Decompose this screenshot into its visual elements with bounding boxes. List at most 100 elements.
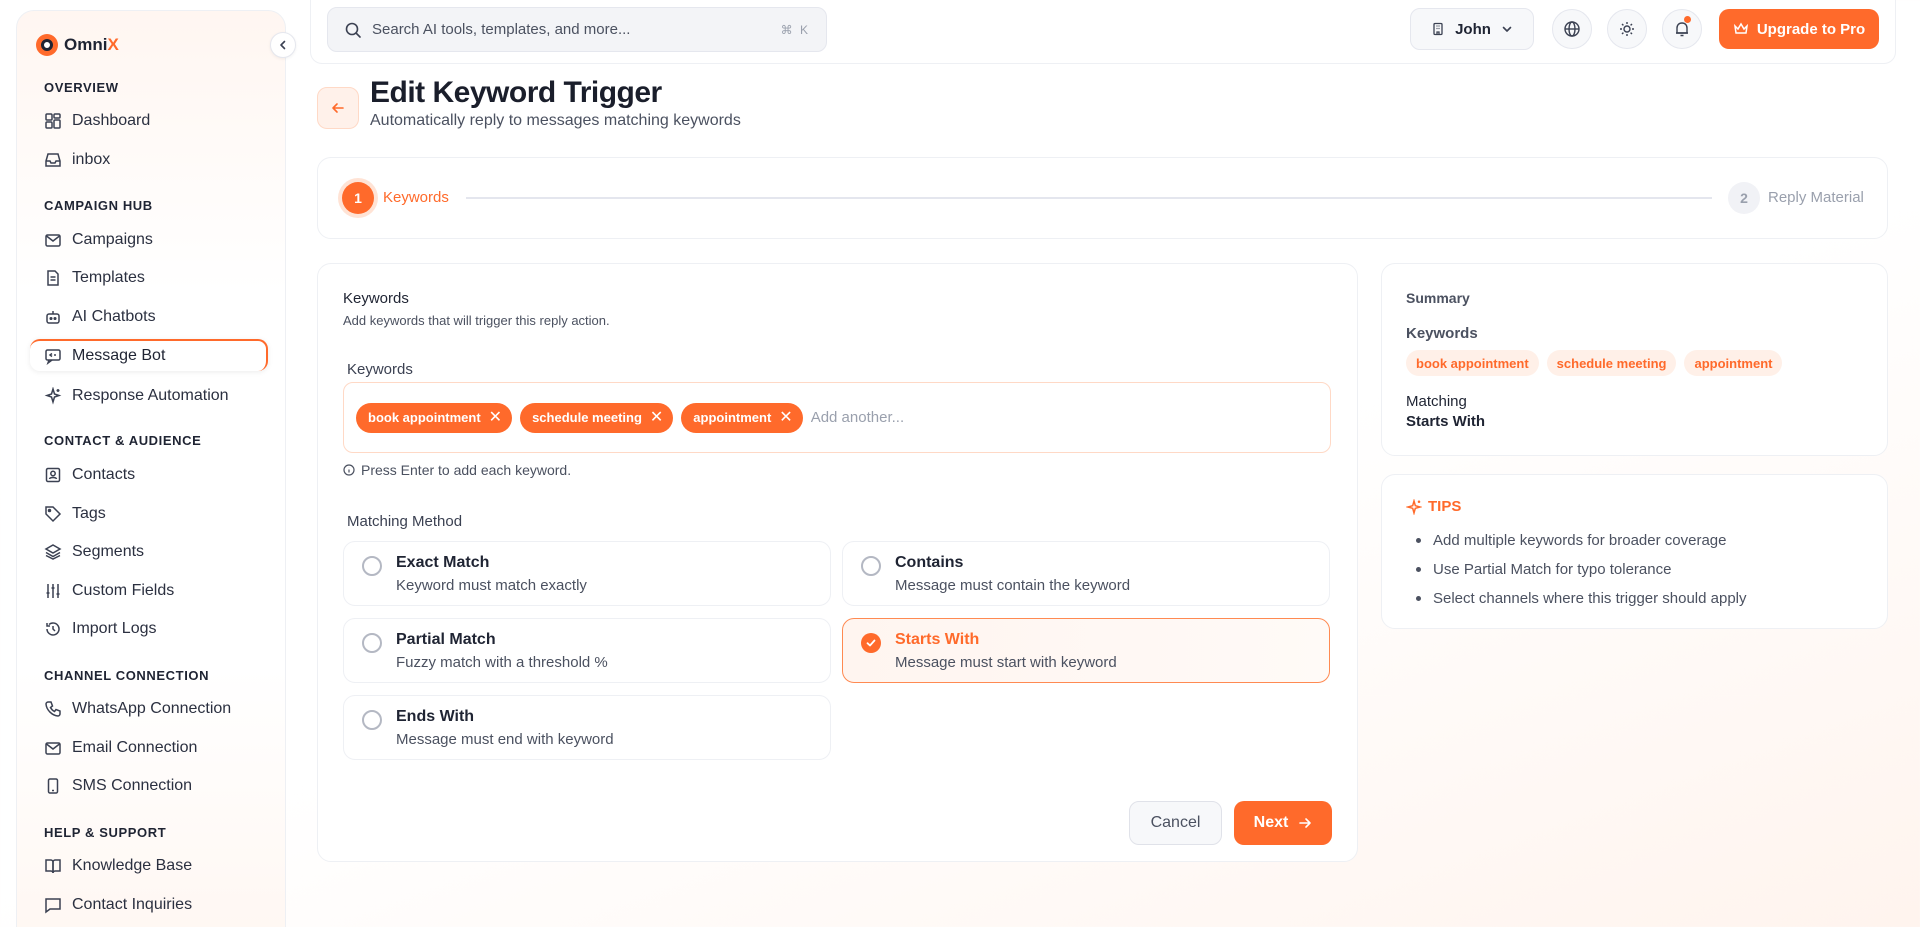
sparkles-icon — [1406, 498, 1422, 515]
nav-section-campaign-hub: CAMPAIGN HUB — [44, 198, 153, 213]
sidebar-item-inbox[interactable]: inbox — [30, 144, 268, 176]
sidebar-item-templates[interactable]: Templates — [30, 262, 268, 294]
mobile-icon — [44, 777, 62, 795]
remove-keyword-icon[interactable]: ✕ — [489, 409, 502, 426]
building-icon — [1431, 22, 1445, 36]
arrow-left-icon — [330, 100, 346, 116]
keyword-chip-label: appointment — [693, 410, 772, 425]
back-button[interactable] — [317, 87, 359, 129]
keyword-hint-text: Press Enter to add each keyword. — [361, 462, 572, 478]
nav-section-help-support: HELP & SUPPORT — [44, 825, 167, 840]
option-ends-with[interactable]: Ends With Message must end with keyword — [343, 695, 831, 760]
sidebar-item-label: Contacts — [72, 466, 136, 483]
globe-icon — [1563, 20, 1581, 38]
remove-keyword-icon[interactable]: ✕ — [650, 409, 663, 426]
sidebar-item-label: Campaigns — [72, 231, 153, 248]
page-subtitle: Automatically reply to messages matching… — [370, 112, 741, 129]
sidebar-item-campaigns[interactable]: Campaigns — [30, 224, 268, 256]
summary-keyword-chip: schedule meeting — [1546, 350, 1677, 376]
sidebar-item-contact-inquiries[interactable]: Contact Inquiries — [30, 889, 268, 921]
sidebar-item-message-bot[interactable]: Message Bot — [30, 339, 268, 371]
add-keyword-input[interactable] — [810, 409, 1011, 426]
sidebar-item-label: Knowledge Base — [72, 857, 193, 874]
summary-matching-label: Matching — [1406, 393, 1467, 410]
chevron-left-icon — [277, 39, 289, 51]
contacts-icon — [44, 466, 62, 484]
sidebar-item-whatsapp-connection[interactable]: WhatsApp Connection — [30, 693, 268, 725]
bot-icon — [44, 308, 62, 326]
next-button[interactable]: Next — [1234, 801, 1332, 845]
user-menu-button[interactable]: John — [1410, 8, 1534, 50]
tip-item: Add multiple keywords for broader covera… — [1406, 526, 1747, 555]
sliders-icon — [44, 582, 62, 600]
radio-button[interactable] — [362, 710, 382, 730]
next-label: Next — [1253, 814, 1289, 831]
option-description: Fuzzy match with a threshold % — [396, 654, 608, 671]
keywords-field-label: Keywords — [347, 361, 413, 378]
sidebar-item-label: AI Chatbots — [72, 308, 156, 325]
sidebar-item-label: inbox — [72, 151, 111, 168]
sidebar-item-sms-connection[interactable]: SMS Connection — [30, 770, 268, 802]
user-name: John — [1455, 20, 1491, 38]
notification-dot — [1684, 16, 1691, 23]
upgrade-label: Upgrade to Pro — [1756, 20, 1866, 38]
search-bar[interactable]: Search AI tools, templates, and more... … — [327, 7, 827, 52]
option-starts-with[interactable]: Starts With Message must start with keyw… — [842, 618, 1330, 683]
search-input[interactable]: Search AI tools, templates, and more... — [372, 21, 771, 38]
sidebar-item-import-logs[interactable]: Import Logs — [30, 613, 268, 645]
summary-matching-value: Starts With — [1406, 413, 1486, 430]
tip-item: Use Partial Match for typo tolerance — [1406, 555, 1747, 584]
sidebar-item-custom-fields[interactable]: Custom Fields — [30, 575, 268, 607]
keyword-chip-label: book appointment — [368, 410, 481, 425]
step-1-label[interactable]: Keywords — [383, 189, 449, 206]
summary-keyword-list: book appointment schedule meeting appoin… — [1406, 350, 1783, 376]
sidebar-item-contacts[interactable]: Contacts — [30, 459, 268, 491]
form-section-title: Keywords — [343, 290, 409, 307]
sidebar-item-dashboard[interactable]: Dashboard — [30, 105, 268, 137]
sidebar-item-email-connection[interactable]: Email Connection — [30, 732, 268, 764]
brand-logo[interactable]: OmniX — [36, 34, 119, 56]
sidebar-collapse-button[interactable] — [270, 32, 296, 58]
info-icon — [343, 464, 355, 476]
option-partial-match[interactable]: Partial Match Fuzzy match with a thresho… — [343, 618, 831, 683]
step-1-number[interactable]: 1 — [342, 182, 374, 214]
language-button[interactable] — [1552, 9, 1592, 49]
summary-keyword-chip: appointment — [1684, 350, 1783, 376]
sidebar-item-tags[interactable]: Tags — [30, 498, 268, 530]
radio-button[interactable] — [362, 556, 382, 576]
radio-button[interactable] — [861, 556, 881, 576]
upgrade-button[interactable]: Upgrade to Pro — [1719, 9, 1879, 49]
tips-header: TIPS — [1406, 498, 1461, 515]
step-2-label[interactable]: Reply Material — [1768, 189, 1864, 206]
option-contains[interactable]: Contains Message must contain the keywor… — [842, 541, 1330, 606]
page-title: Edit Keyword Trigger — [370, 76, 662, 109]
theme-toggle-button[interactable] — [1607, 9, 1647, 49]
notifications-button[interactable] — [1662, 9, 1702, 49]
sidebar-item-segments[interactable]: Segments — [30, 536, 268, 568]
radio-checked[interactable] — [861, 633, 881, 653]
option-exact-match[interactable]: Exact Match Keyword must match exactly — [343, 541, 831, 606]
matching-method-label: Matching Method — [347, 513, 463, 530]
option-title: Starts With — [895, 631, 980, 648]
chat-icon — [44, 896, 62, 914]
sidebar-item-response-automation[interactable]: Response Automation — [30, 380, 268, 412]
keyword-chip-label: schedule meeting — [532, 410, 642, 425]
keywords-input-box[interactable]: book appointment ✕ schedule meeting ✕ ap… — [343, 382, 1331, 453]
sidebar-item-label: Custom Fields — [72, 582, 175, 599]
sidebar-item-label: Email Connection — [72, 739, 198, 756]
logo-mark-icon — [36, 34, 58, 56]
cancel-button[interactable]: Cancel — [1129, 801, 1222, 845]
sidebar-item-ai-chatbots[interactable]: AI Chatbots — [30, 301, 268, 333]
radio-button[interactable] — [362, 633, 382, 653]
step-connector — [466, 197, 1712, 199]
sidebar-item-knowledge-base[interactable]: Knowledge Base — [30, 850, 268, 882]
sidebar-item-label: Import Logs — [72, 620, 157, 637]
sidebar-item-label: WhatsApp Connection — [72, 700, 232, 717]
inbox-icon — [44, 151, 62, 169]
step-2-number[interactable]: 2 — [1728, 182, 1760, 214]
remove-keyword-icon[interactable]: ✕ — [779, 409, 792, 426]
sun-icon — [1618, 20, 1636, 38]
message-bot-icon — [44, 347, 62, 365]
nav-section-contact-audience: CONTACT & AUDIENCE — [44, 433, 202, 448]
crown-icon — [1733, 21, 1749, 37]
